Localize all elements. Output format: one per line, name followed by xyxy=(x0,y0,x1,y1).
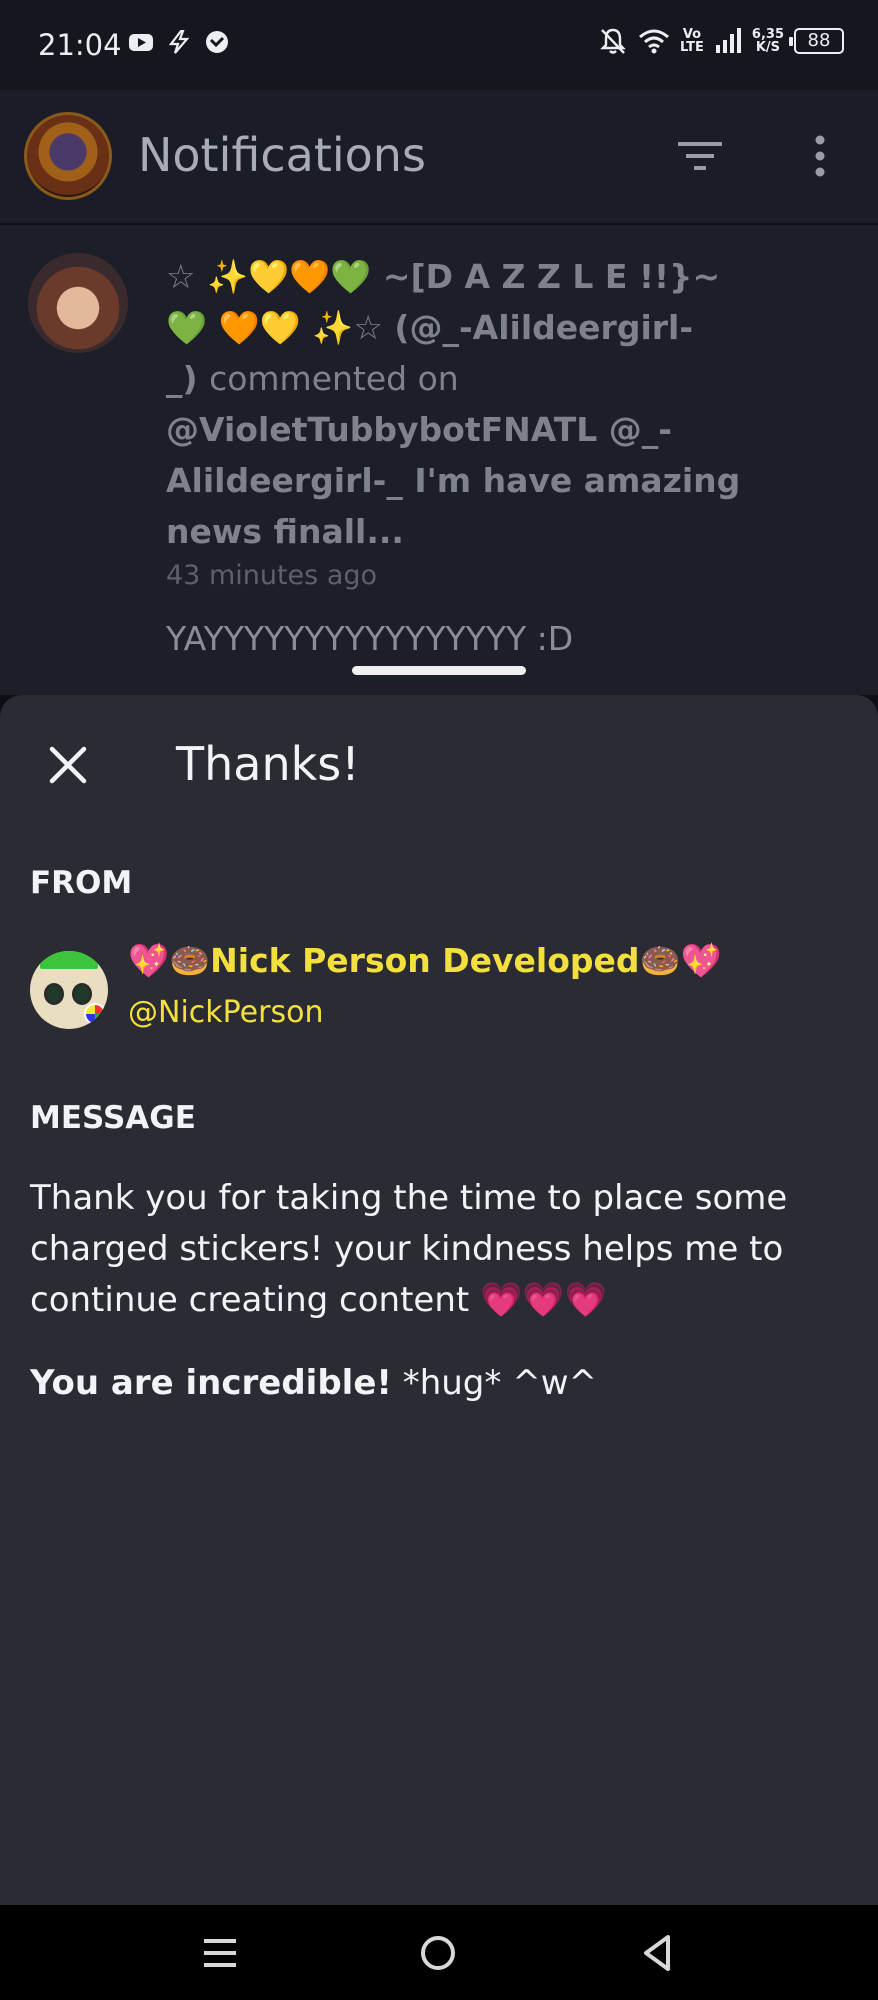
wifi-icon xyxy=(639,29,670,54)
notification-item[interactable]: ☆ ✨💛🧡💚 ~[D A Z Z L E !!}~ 💚 🧡💛 ✨☆ (@_-Al… xyxy=(0,225,878,695)
thanks-sheet: Thanks! FROM 💖🍩Nick Person Developed🍩💖 @… xyxy=(0,695,878,1905)
page-title: Notifications xyxy=(138,128,426,182)
signal-icon xyxy=(715,28,741,53)
profile-avatar[interactable] xyxy=(24,112,112,200)
from-label: FROM xyxy=(30,865,133,901)
notification-text[interactable]: ☆ ✨💛🧡💚 ~[D A Z Z L E !!}~ 💚 🧡💛 ✨☆ (@_-Al… xyxy=(166,251,826,557)
system-nav-bar xyxy=(0,1905,878,2000)
bolt-icon xyxy=(168,30,190,54)
sheet-title: Thanks! xyxy=(176,737,360,791)
filter-icon[interactable] xyxy=(676,136,724,176)
battery-icon: 88 xyxy=(789,28,844,54)
dnd-bell-icon xyxy=(600,28,626,54)
home-icon[interactable] xyxy=(416,1931,460,1975)
message-label: MESSAGE xyxy=(30,1100,196,1136)
notification-avatar[interactable] xyxy=(28,253,128,353)
network-type: Vo LTE xyxy=(680,27,704,55)
close-icon[interactable] xyxy=(40,737,96,793)
message-body: Thank you for taking the time to place s… xyxy=(30,1178,788,1320)
sheet-drag-handle[interactable] xyxy=(352,666,526,675)
back-icon[interactable] xyxy=(636,1931,680,1975)
sender-name[interactable]: 💖🍩Nick Person Developed🍩💖 xyxy=(128,941,722,981)
notification-time: 43 minutes ago xyxy=(166,560,378,591)
sender-handle[interactable]: @NickPerson xyxy=(128,995,323,1030)
more-vert-icon[interactable] xyxy=(808,134,832,178)
message-icon xyxy=(206,31,228,53)
app-bar: Notifications xyxy=(0,90,878,225)
notification-reply: YAYYYYYYYYYYYYYYYY :D xyxy=(166,619,574,658)
status-time: 21:04 xyxy=(38,28,122,62)
network-speed: 6,35 K/S xyxy=(751,27,784,55)
menu-icon[interactable] xyxy=(198,1931,242,1975)
status-bar: 21:04 Vo LTE 6,35 K/S 88 xyxy=(0,0,878,90)
sender-badge-icon xyxy=(84,1003,106,1025)
youtube-icon xyxy=(129,34,153,51)
message-closing: You are incredible! *hug* ^w^ xyxy=(30,1363,597,1403)
sender-avatar[interactable] xyxy=(30,951,108,1029)
